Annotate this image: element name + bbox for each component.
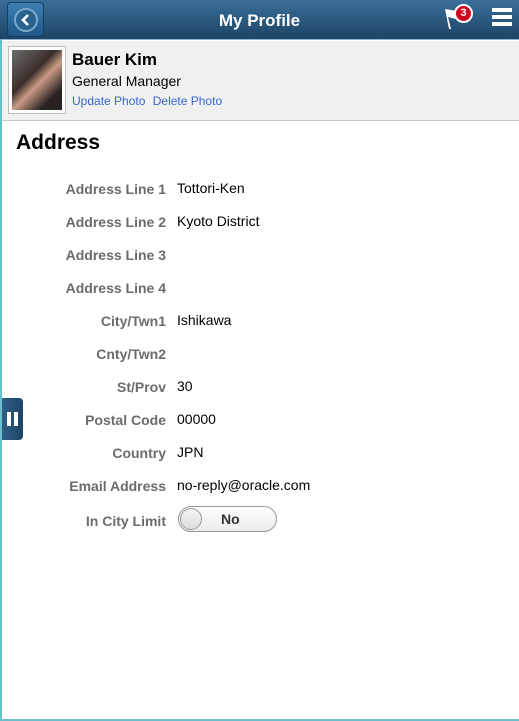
field-label: Postal Code: [85, 412, 166, 428]
side-panel-handle[interactable]: [2, 398, 23, 440]
field-label: Cnty/Twn2: [96, 346, 166, 362]
profile-panel: Bauer Kim General Manager Update Photo D…: [2, 41, 519, 121]
field-row: St/Prov 30: [0, 378, 519, 399]
field-label: In City Limit: [85, 513, 166, 529]
hamburger-menu-icon[interactable]: [492, 8, 512, 28]
field-label: St/Prov: [116, 379, 166, 395]
delete-photo-link[interactable]: Delete Photo: [153, 94, 222, 108]
field-value: Tottori-Ken: [177, 180, 245, 196]
page-title: My Profile: [218, 11, 301, 30]
in-city-limit-toggle[interactable]: No: [178, 506, 277, 532]
notification-badge: 3: [454, 4, 473, 23]
field-row: Country JPN: [0, 444, 519, 465]
field-value: no-reply@oracle.com: [177, 477, 311, 493]
field-row: Cnty/Twn2: [0, 346, 519, 366]
field-value: JPN: [177, 444, 204, 460]
field-label: City/Twn1: [100, 313, 166, 329]
field-label: Country: [112, 445, 166, 461]
field-row: City/Twn1 Ishikawa: [0, 312, 519, 333]
field-value: Ishikawa: [177, 312, 232, 328]
profile-job-title: General Manager: [72, 73, 181, 89]
field-row: Email Address no-reply@oracle.com: [0, 477, 519, 498]
toggle-state: No: [221, 511, 240, 527]
field-label: Address Line 4: [65, 280, 166, 296]
field-row: Address Line 4: [0, 280, 519, 300]
update-photo-link[interactable]: Update Photo: [72, 94, 145, 108]
field-row: Address Line 3: [0, 247, 519, 267]
field-value: Kyoto District: [177, 213, 260, 229]
field-row: Postal Code 00000: [0, 411, 519, 432]
profile-name: Bauer Kim: [72, 50, 158, 69]
field-label: Email Address: [69, 478, 166, 494]
field-row: Address Line 2 Kyoto District: [0, 213, 519, 234]
field-value: 30: [177, 378, 193, 394]
field-label: Address Line 1: [65, 181, 166, 197]
profile-photo: [8, 46, 66, 114]
field-label: Address Line 2: [65, 214, 166, 230]
field-label: Address Line 3: [65, 247, 166, 263]
section-title: Address: [16, 131, 101, 154]
field-value: 00000: [177, 411, 216, 427]
toggle-knob: [180, 508, 202, 530]
field-row: Address Line 1 Tottori-Ken: [0, 180, 519, 201]
app-header: My Profile 3: [0, 0, 519, 40]
in-city-limit-row: In City Limit No: [0, 506, 519, 533]
